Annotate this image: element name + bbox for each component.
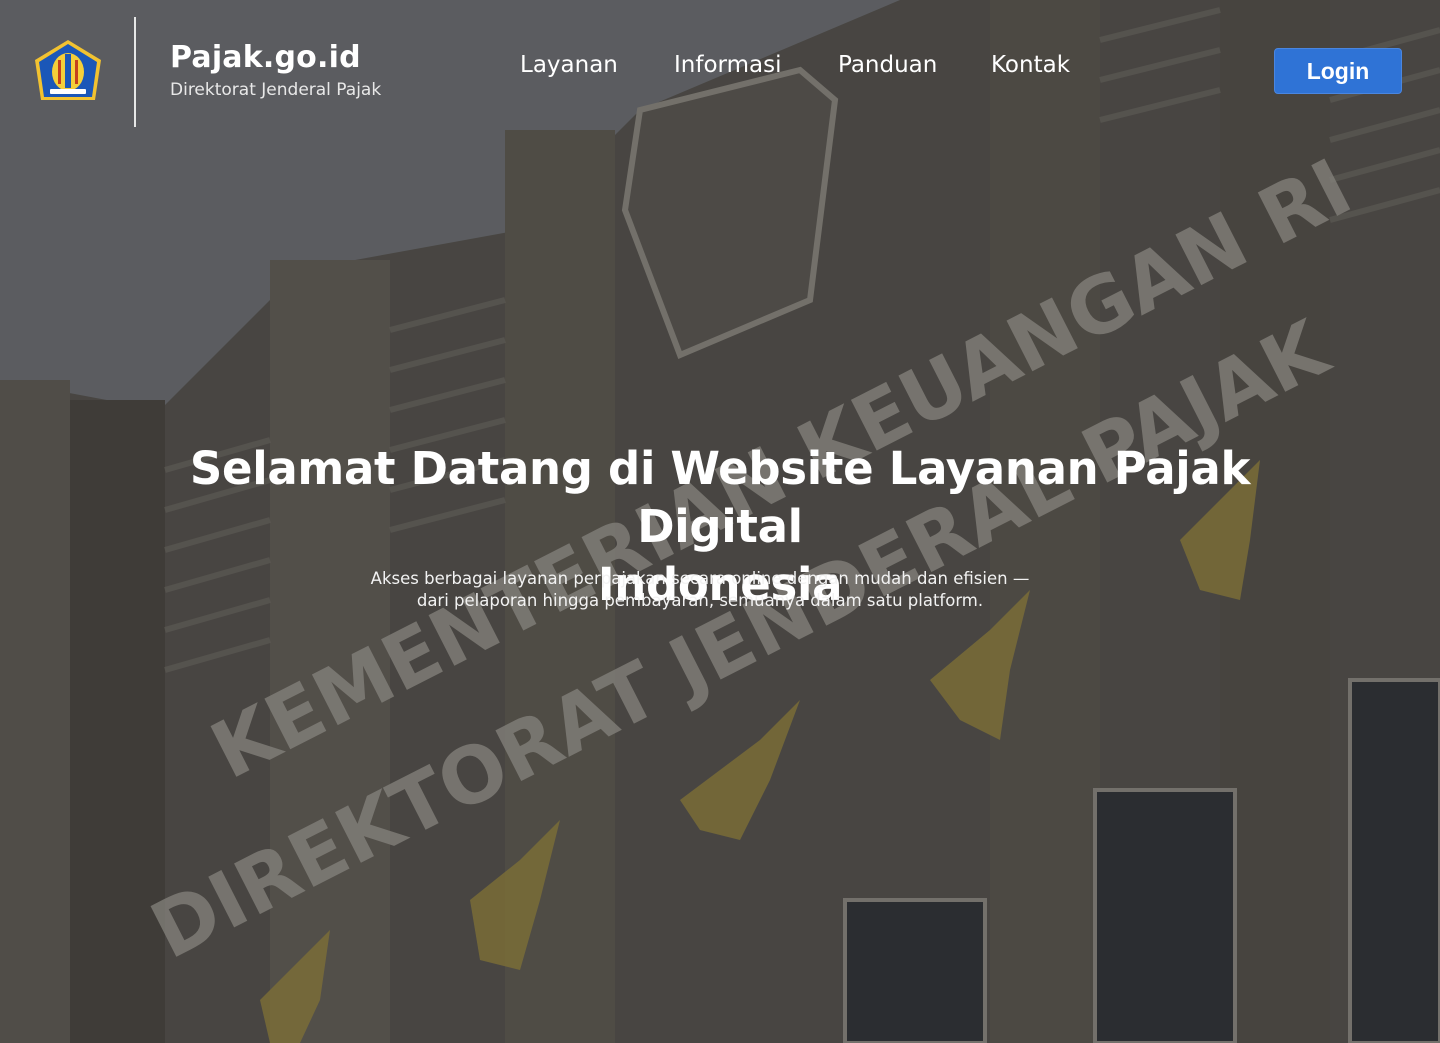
hero-description-line-1: Akses berbagai layanan perpajakan secara… [370, 569, 1030, 588]
ministry-of-finance-emblem-icon[interactable] [32, 38, 104, 104]
hero-description-line-2: dari pelaporan hingga pembayaran, semuan… [416, 591, 984, 610]
nav-kontak[interactable]: Kontak [991, 52, 1070, 78]
brand-title[interactable]: Pajak.go.id [170, 40, 361, 75]
header-divider [134, 17, 136, 127]
nav-layanan[interactable]: Layanan [520, 52, 618, 78]
brand-subtitle: Direktorat Jenderal Pajak [170, 80, 382, 100]
nav-panduan[interactable]: Panduan [838, 52, 937, 78]
login-button[interactable]: Login [1274, 48, 1402, 94]
nav-informasi[interactable]: Informasi [674, 52, 781, 78]
hero-title-line-1: Selamat Datang di Website Layanan Pajak … [189, 442, 1251, 553]
hero-description: Akses berbagai layanan perpajakan secara… [330, 568, 1070, 612]
site-header: Pajak.go.id Direktorat Jenderal Pajak La… [0, 0, 1440, 140]
